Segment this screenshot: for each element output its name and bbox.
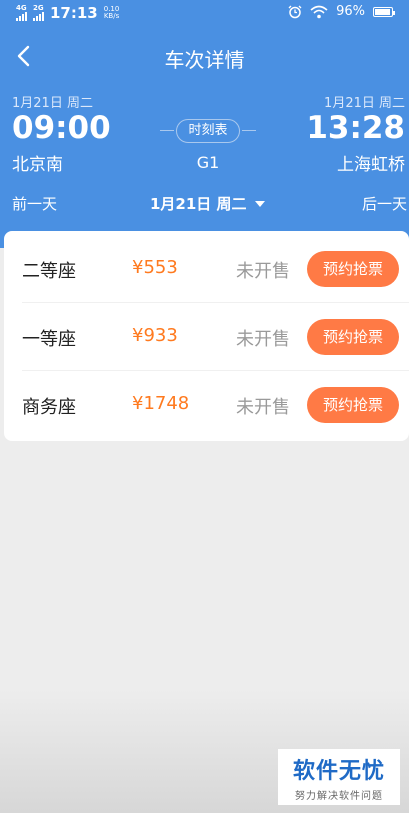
signal-1-icon bbox=[16, 12, 27, 21]
nav-bar: 车次详情 bbox=[0, 34, 409, 78]
seat-status: 未开售 bbox=[236, 397, 290, 418]
arrive-time: 13:28 bbox=[306, 110, 405, 146]
schedule-line-left bbox=[160, 130, 174, 131]
battery-icon bbox=[373, 6, 395, 17]
next-day-button[interactable]: 后一天 bbox=[362, 193, 407, 214]
speed-unit: KB/s bbox=[103, 12, 120, 20]
status-left: 4G 2G 17:13 0.10 KB/s bbox=[16, 4, 119, 22]
arrive-station: 上海虹桥 bbox=[337, 155, 405, 175]
depart-date: 1月21日 周二 bbox=[12, 96, 93, 111]
seat-price: ¥553 bbox=[132, 257, 178, 278]
network-2-label: 2G bbox=[33, 4, 44, 12]
schedule-line-right bbox=[242, 130, 256, 131]
network-1: 4G bbox=[16, 5, 27, 21]
signal-2-icon bbox=[33, 12, 44, 21]
status-bar: 4G 2G 17:13 0.10 KB/s 96% bbox=[0, 0, 409, 26]
arrive-date: 1月21日 周二 bbox=[324, 96, 405, 111]
watermark: 软件无忧 努力解决软件问题 bbox=[278, 749, 400, 805]
seat-row: 商务座 ¥1748 未开售 预约抢票 bbox=[4, 371, 409, 439]
status-time: 17:13 bbox=[50, 4, 98, 22]
train-number: G1 bbox=[196, 153, 220, 172]
reserve-ticket-button[interactable]: 预约抢票 bbox=[307, 251, 399, 287]
network-2: 2G bbox=[33, 5, 44, 21]
caret-down-icon bbox=[254, 200, 265, 207]
depart-time: 09:00 bbox=[12, 110, 111, 146]
seat-card: 二等座 ¥553 未开售 预约抢票 一等座 ¥933 未开售 预约抢票 商务座 … bbox=[4, 231, 409, 441]
wifi-icon bbox=[310, 5, 328, 18]
alarm-icon bbox=[288, 5, 302, 18]
battery-percent: 96% bbox=[336, 4, 365, 19]
seat-name: 一等座 bbox=[22, 329, 76, 350]
status-right: 96% bbox=[288, 4, 395, 19]
schedule-area: 时刻表 bbox=[160, 119, 256, 143]
seat-row: 二等座 ¥553 未开售 预约抢票 bbox=[4, 235, 409, 303]
seat-price: ¥933 bbox=[132, 325, 178, 346]
seat-name: 商务座 bbox=[22, 397, 76, 418]
seat-name: 二等座 bbox=[22, 261, 76, 282]
depart-station: 北京南 bbox=[12, 155, 63, 175]
prev-day-button[interactable]: 前一天 bbox=[12, 193, 57, 214]
seat-price: ¥1748 bbox=[132, 393, 190, 414]
network-1-label: 4G bbox=[16, 4, 27, 12]
seat-status: 未开售 bbox=[236, 329, 290, 350]
header: 4G 2G 17:13 0.10 KB/s 96% 车次详情 1月21日 周二 … bbox=[0, 0, 409, 248]
network-speed: 0.10 KB/s bbox=[104, 6, 120, 20]
schedule-button[interactable]: 时刻表 bbox=[176, 119, 240, 143]
seat-row: 一等座 ¥933 未开售 预约抢票 bbox=[4, 303, 409, 371]
reserve-ticket-button[interactable]: 预约抢票 bbox=[307, 387, 399, 423]
watermark-subtitle: 努力解决软件问题 bbox=[295, 791, 383, 802]
reserve-ticket-button[interactable]: 预约抢票 bbox=[307, 319, 399, 355]
date-selector[interactable]: 1月21日 周二 bbox=[150, 193, 265, 214]
seat-status: 未开售 bbox=[236, 261, 290, 282]
watermark-title: 软件无忧 bbox=[292, 759, 385, 784]
page-title: 车次详情 bbox=[164, 48, 245, 72]
current-date: 1月21日 周二 bbox=[150, 195, 247, 213]
